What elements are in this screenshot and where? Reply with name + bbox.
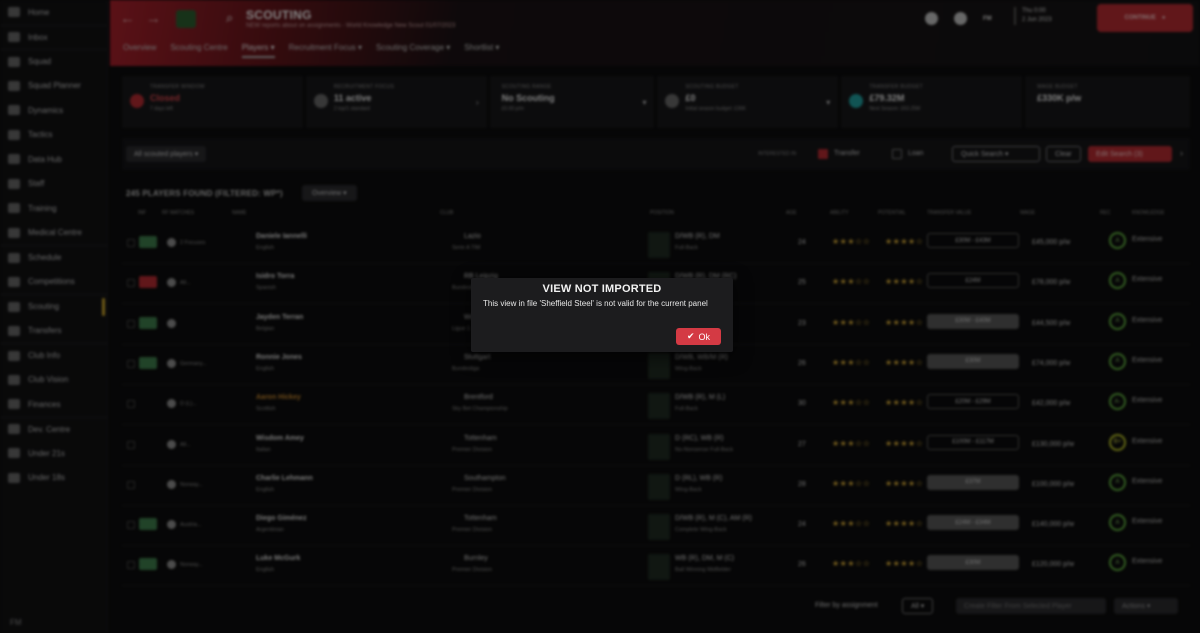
check-icon: ✔: [686, 331, 695, 341]
ok-button[interactable]: ✔ Ok: [676, 328, 721, 345]
view-not-imported-dialog: VIEW NOT IMPORTED This view in file 'She…: [471, 278, 733, 352]
dialog-message: This view in file 'Sheffield Steel' is n…: [483, 299, 708, 308]
dialog-title: VIEW NOT IMPORTED: [542, 283, 662, 295]
ok-label: Ok: [698, 331, 711, 342]
